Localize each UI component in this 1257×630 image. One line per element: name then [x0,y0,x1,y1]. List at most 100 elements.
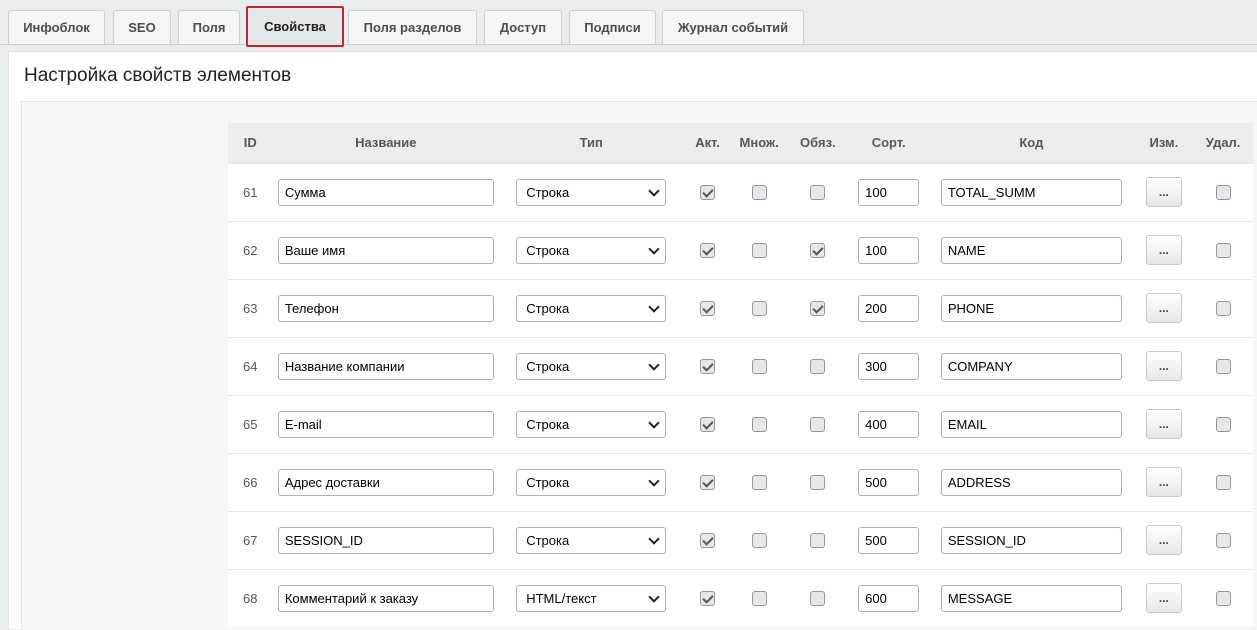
multiple-checkbox[interactable] [751,185,767,201]
property-name-input[interactable] [277,236,494,264]
chevron-down-icon [648,184,660,197]
chevron-down-icon [648,591,660,603]
table-row: 65 Строка... [228,395,1253,453]
sort-input[interactable] [858,178,920,206]
required-checkbox[interactable] [810,533,826,549]
tab-fields[interactable]: Поля [178,10,240,44]
property-name-input[interactable] [277,468,494,496]
active-checkbox[interactable] [700,243,716,259]
property-type-select[interactable]: Строка [516,236,667,264]
property-id: 61 [243,184,258,200]
property-type-value: Строка [526,416,570,432]
table-row: 67 Строка... [228,511,1253,569]
header-edit: Изм. [1149,135,1179,151]
delete-checkbox[interactable] [1215,533,1231,549]
edit-property-button[interactable]: ... [1145,583,1182,614]
page-title: Настройка свойств элементов [24,65,292,86]
required-checkbox[interactable] [810,475,826,491]
property-code-input[interactable] [940,236,1122,264]
sort-input[interactable] [858,410,920,438]
required-checkbox[interactable] [810,243,826,259]
edit-property-button[interactable]: ... [1145,525,1182,555]
property-id: 67 [243,532,258,548]
property-code-input[interactable] [940,468,1122,496]
chevron-down-icon [648,532,660,545]
active-checkbox[interactable] [700,185,716,201]
property-code-input[interactable] [940,178,1122,206]
delete-checkbox[interactable] [1215,417,1231,433]
property-name-input[interactable] [277,178,494,206]
header-active: Акт. [695,135,720,151]
delete-checkbox[interactable] [1215,359,1231,375]
tab-event-log[interactable]: Журнал событий [662,10,804,44]
sort-input[interactable] [858,468,920,496]
property-id: 63 [243,300,258,316]
header-multiple: Множ. [739,135,779,151]
property-name-input[interactable] [277,584,494,612]
property-code-input[interactable] [940,526,1122,554]
property-name-input[interactable] [277,526,494,554]
delete-checkbox[interactable] [1215,185,1231,201]
property-type-value: Строка [526,474,570,490]
tab-captions[interactable]: Подписи [569,10,656,44]
property-code-input[interactable] [940,584,1122,612]
edit-property-button[interactable]: ... [1145,409,1182,439]
table-row: 68 HTML/текст... [228,569,1253,627]
property-type-value: Строка [526,184,570,200]
delete-checkbox[interactable] [1215,301,1231,317]
property-code-input[interactable] [940,294,1122,322]
sort-input[interactable] [858,352,920,380]
multiple-checkbox[interactable] [751,475,767,491]
edit-property-button[interactable]: ... [1145,293,1182,323]
multiple-checkbox[interactable] [751,301,767,317]
sort-input[interactable] [858,584,920,612]
required-checkbox[interactable] [810,301,826,317]
property-type-select[interactable]: Строка [516,526,667,554]
active-checkbox[interactable] [700,301,716,317]
edit-property-button[interactable]: ... [1145,467,1182,497]
property-name-input[interactable] [277,352,494,380]
tab-access[interactable]: Доступ [484,10,562,44]
required-checkbox[interactable] [810,185,826,201]
multiple-checkbox[interactable] [751,417,767,433]
property-type-select[interactable]: Строка [516,294,667,322]
table-row: 62 Строка... [228,221,1253,279]
property-type-select[interactable]: HTML/текст [516,584,667,612]
header-id: ID [243,135,257,151]
delete-checkbox[interactable] [1215,243,1231,259]
sort-input[interactable] [858,294,920,322]
property-type-select[interactable]: Строка [516,352,667,380]
property-name-input[interactable] [277,410,494,438]
property-name-input[interactable] [277,294,494,322]
required-checkbox[interactable] [810,591,826,607]
required-checkbox[interactable] [810,359,826,375]
sort-input[interactable] [858,526,920,554]
active-checkbox[interactable] [700,475,716,491]
property-type-select[interactable]: Строка [516,410,667,438]
active-checkbox[interactable] [700,533,716,549]
property-code-input[interactable] [940,352,1122,380]
sort-input[interactable] [858,236,920,264]
property-type-select[interactable]: Строка [516,468,667,496]
multiple-checkbox[interactable] [751,359,767,375]
tab-infoblock[interactable]: Инфоблок [8,10,105,44]
active-checkbox[interactable] [700,591,716,607]
delete-checkbox[interactable] [1215,475,1231,491]
delete-checkbox[interactable] [1215,591,1231,607]
multiple-checkbox[interactable] [751,243,767,259]
edit-property-button[interactable]: ... [1145,177,1182,207]
active-checkbox[interactable] [700,359,716,375]
edit-property-button[interactable]: ... [1145,235,1182,265]
header-name: Название [355,135,417,151]
tab-properties[interactable]: Свойства [246,6,344,47]
tab-section-fields[interactable]: Поля разделов [348,10,477,44]
tab-seo[interactable]: SEO [113,10,171,44]
property-code-input[interactable] [940,410,1122,438]
property-type-select[interactable]: Строка [516,178,667,206]
table-row: 64 Строка... [228,337,1253,395]
multiple-checkbox[interactable] [751,533,767,549]
required-checkbox[interactable] [810,417,826,433]
multiple-checkbox[interactable] [751,591,767,607]
edit-property-button[interactable]: ... [1145,351,1182,381]
active-checkbox[interactable] [700,417,716,433]
